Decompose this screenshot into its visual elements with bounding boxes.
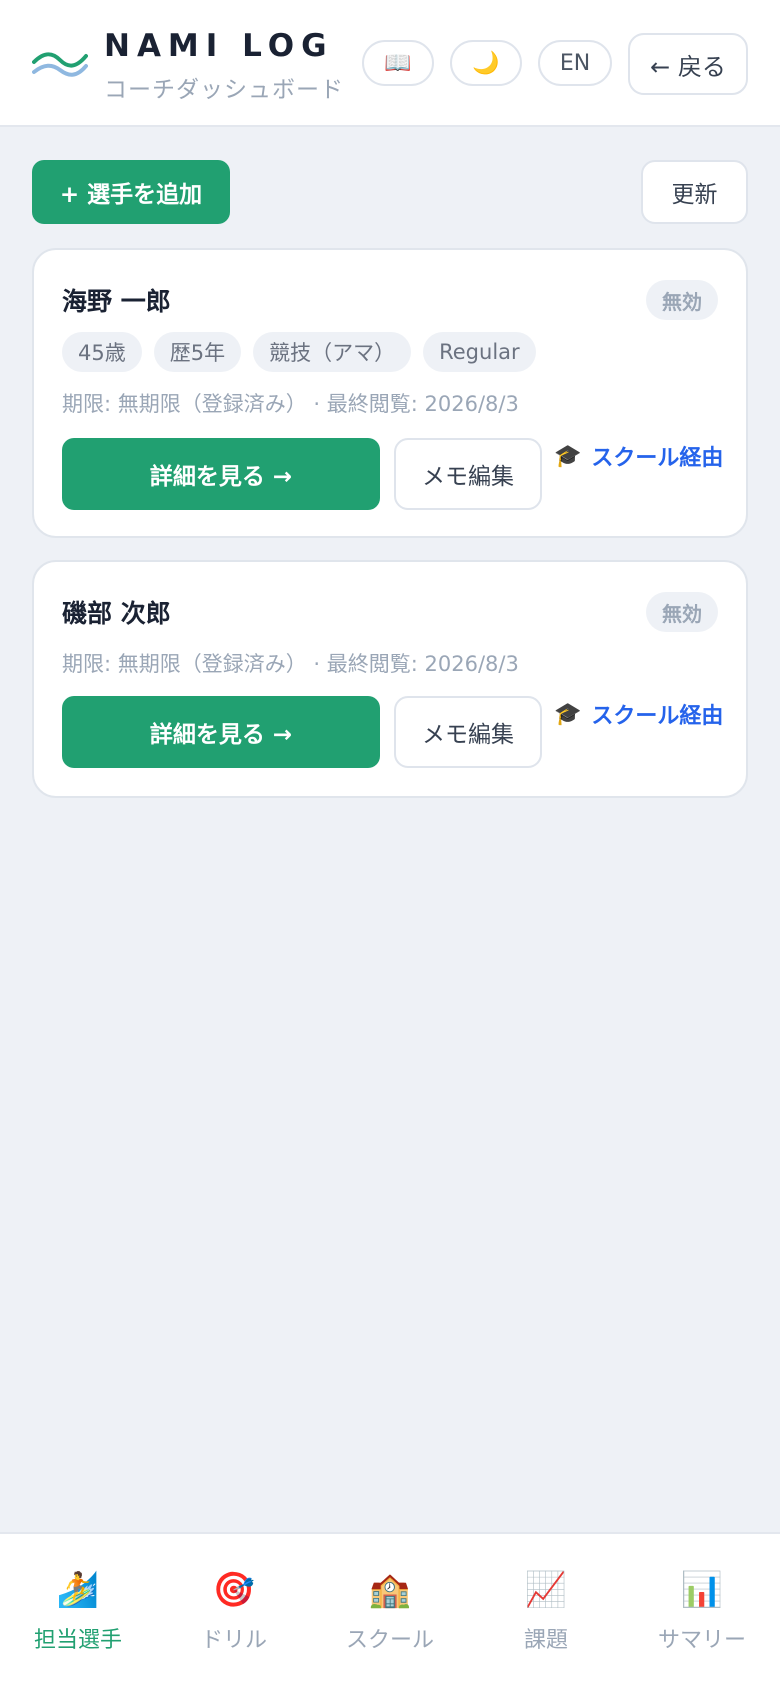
add-athlete-button[interactable]: + 選手を追加 [32,160,230,224]
view-details-button[interactable]: 詳細を見る → [62,438,380,510]
refresh-button[interactable]: 更新 [641,160,748,224]
edit-memo-button[interactable]: メモ編集 [394,696,542,768]
nav-athletes[interactable]: 🏄 担当選手 [0,1534,156,1688]
athlete-meta: 期限: 無期限（登録済み） · 最終閲覧: 2026/8/3 [62,392,519,416]
view-details-button[interactable]: 詳細を見る → [62,696,380,768]
experience-tag: 歴5年 [153,332,242,372]
athlete-card: 海野 一郎 無効 45歳 歴5年 競技（アマ） Regular 期限: 無期限（… [32,248,748,538]
athlete-meta: 期限: 無期限（登録済み） · 最終閲覧: 2026/8/3 [62,652,519,676]
back-button[interactable]: ← 戻る [628,33,748,95]
nav-school[interactable]: 🏫 スクール [312,1534,468,1688]
nav-label: スクール [345,1628,434,1653]
brand-subtitle: コーチダッシュボード [104,77,344,103]
bottom-nav: 🏄 担当選手 🎯 ドリル 🏫 スクール 📈 課題 📊 サマリー [0,1532,780,1688]
graduation-cap-icon: 🎓 [554,443,582,469]
app-header: NAMI LOG コーチダッシュボード 📖 🌙 EN ← 戻る [0,0,780,127]
moon-icon: 🌙 [472,50,500,76]
athlete-name: 磯部 次郎 [62,599,171,628]
edit-memo-button[interactable]: メモ編集 [394,438,542,510]
via-school-label: スクール経由 [591,446,724,471]
guide-button[interactable]: 📖 [362,40,434,86]
level-tag: 競技（アマ） [253,332,412,372]
language-button[interactable]: EN [538,40,612,86]
brand-title: NAMI LOG [104,28,334,64]
age-tag: 45歳 [62,332,142,372]
nav-label: ドリル [200,1628,267,1653]
plan-tag: Regular [423,332,536,372]
athlete-card: 磯部 次郎 無効 期限: 無期限（登録済み） · 最終閲覧: 2026/8/3 … [32,560,748,798]
graduation-cap-icon: 🎓 [554,701,582,727]
athlete-name: 海野 一郎 [62,287,171,316]
via-school-link[interactable]: 🎓 スクール経由 [554,698,723,730]
nav-label: 課題 [523,1628,568,1653]
school-icon: 🏫 [368,1570,412,1610]
nav-issues[interactable]: 📈 課題 [468,1534,624,1688]
trend-chart-icon: 📈 [524,1570,568,1610]
athlete-tags: 45歳 歴5年 競技（アマ） Regular [62,332,536,372]
theme-toggle-button[interactable]: 🌙 [450,40,522,86]
via-school-label: スクール経由 [591,704,724,729]
nav-summary[interactable]: 📊 サマリー [624,1534,780,1688]
status-badge: 無効 [646,592,718,632]
wave-logo-icon [32,52,88,77]
nav-label: 担当選手 [33,1628,122,1653]
book-icon: 📖 [384,50,412,76]
bar-chart-icon: 📊 [680,1570,724,1610]
nav-drills[interactable]: 🎯 ドリル [156,1534,312,1688]
via-school-link[interactable]: 🎓 スクール経由 [554,440,723,472]
app-root: NAMI LOG コーチダッシュボード 📖 🌙 EN ← 戻る + 選手を追加 … [0,0,780,1688]
status-badge: 無効 [646,280,718,320]
surfer-icon: 🏄 [56,1570,100,1610]
nav-label: サマリー [657,1628,746,1653]
target-icon: 🎯 [212,1570,256,1610]
